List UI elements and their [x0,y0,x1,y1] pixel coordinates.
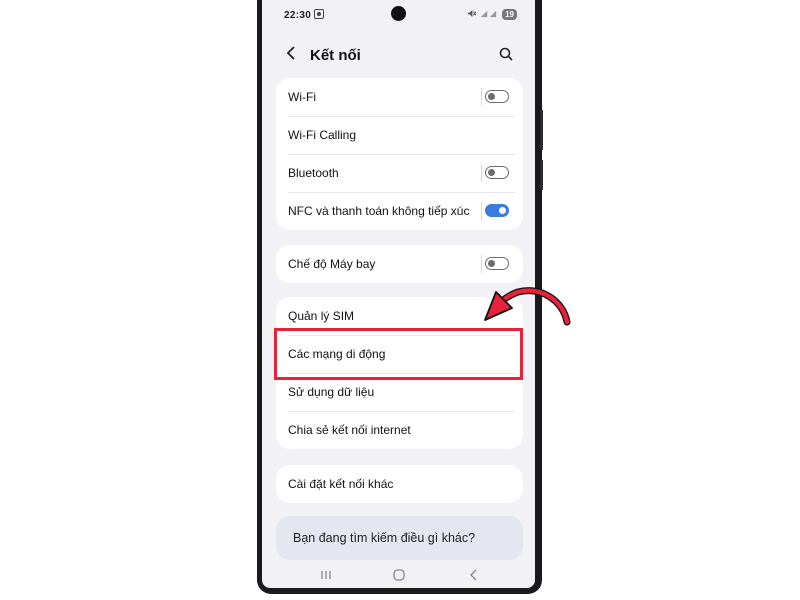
status-icons: 19 [467,9,517,20]
home-icon[interactable] [393,568,405,586]
app-header: Kết nối [262,38,535,74]
setting-wifi-calling[interactable]: Wi-Fi Calling [276,116,523,154]
status-time: 22:30 [284,10,312,21]
battery-icon: 19 [502,9,517,20]
back-icon[interactable] [468,568,480,586]
setting-label: Cài đặt kết nối khác [288,477,394,491]
phone-side-button [540,110,543,150]
back-arrow-icon[interactable] [286,45,296,66]
divider [481,88,482,106]
highlight-box [274,328,523,380]
signal-icon [479,9,499,20]
settings-group-wireless: Wi-Fi Wi-Fi Calling Bluetooth NFC và tha… [276,78,523,230]
setting-wifi[interactable]: Wi-Fi [276,78,523,116]
wifi-toggle[interactable] [485,90,509,103]
setting-nfc[interactable]: NFC và thanh toán không tiếp xúc [276,192,523,230]
setting-more-connections[interactable]: Cài đặt kết nối khác [276,465,523,503]
divider [481,164,482,182]
airplane-mode-toggle[interactable] [485,257,509,270]
navigation-bar [262,566,535,588]
suggestion-label: Bạn đang tìm kiếm điều gì khác? [293,531,476,545]
bluetooth-toggle[interactable] [485,166,509,179]
page-title: Kết nối [310,47,361,64]
screen-record-icon [314,9,324,22]
settings-group-more: Cài đặt kết nối khác [276,465,523,503]
setting-label: Quản lý SIM [288,309,355,323]
setting-label: Chia sẻ kết nối internet [288,423,411,437]
divider [481,202,482,220]
nfc-toggle[interactable] [485,204,509,217]
setting-label: Sử dụng dữ liệu [288,385,375,399]
looking-for-something-else[interactable]: Bạn đang tìm kiếm điều gì khác? [276,516,523,560]
setting-label: NFC và thanh toán không tiếp xúc [288,204,470,218]
setting-label: Wi-Fi [288,90,316,104]
camera-cutout [391,6,406,21]
recent-apps-icon[interactable] [320,568,332,586]
search-icon[interactable] [499,47,513,66]
setting-label: Wi-Fi Calling [288,128,357,142]
settings-group-airplane: Chế độ Máy bay [276,245,523,283]
divider [481,255,482,273]
setting-bluetooth[interactable]: Bluetooth [276,154,523,192]
mute-icon [467,9,477,20]
phone-side-button [540,160,543,190]
setting-label: Bluetooth [288,166,339,180]
setting-label: Chế độ Máy bay [288,257,376,271]
red-pointer-arrow-icon [484,287,571,326]
status-bar: 22:30 19 [262,0,535,30]
setting-hotspot-tethering[interactable]: Chia sẻ kết nối internet [276,411,523,449]
setting-airplane-mode[interactable]: Chế độ Máy bay [276,245,523,283]
